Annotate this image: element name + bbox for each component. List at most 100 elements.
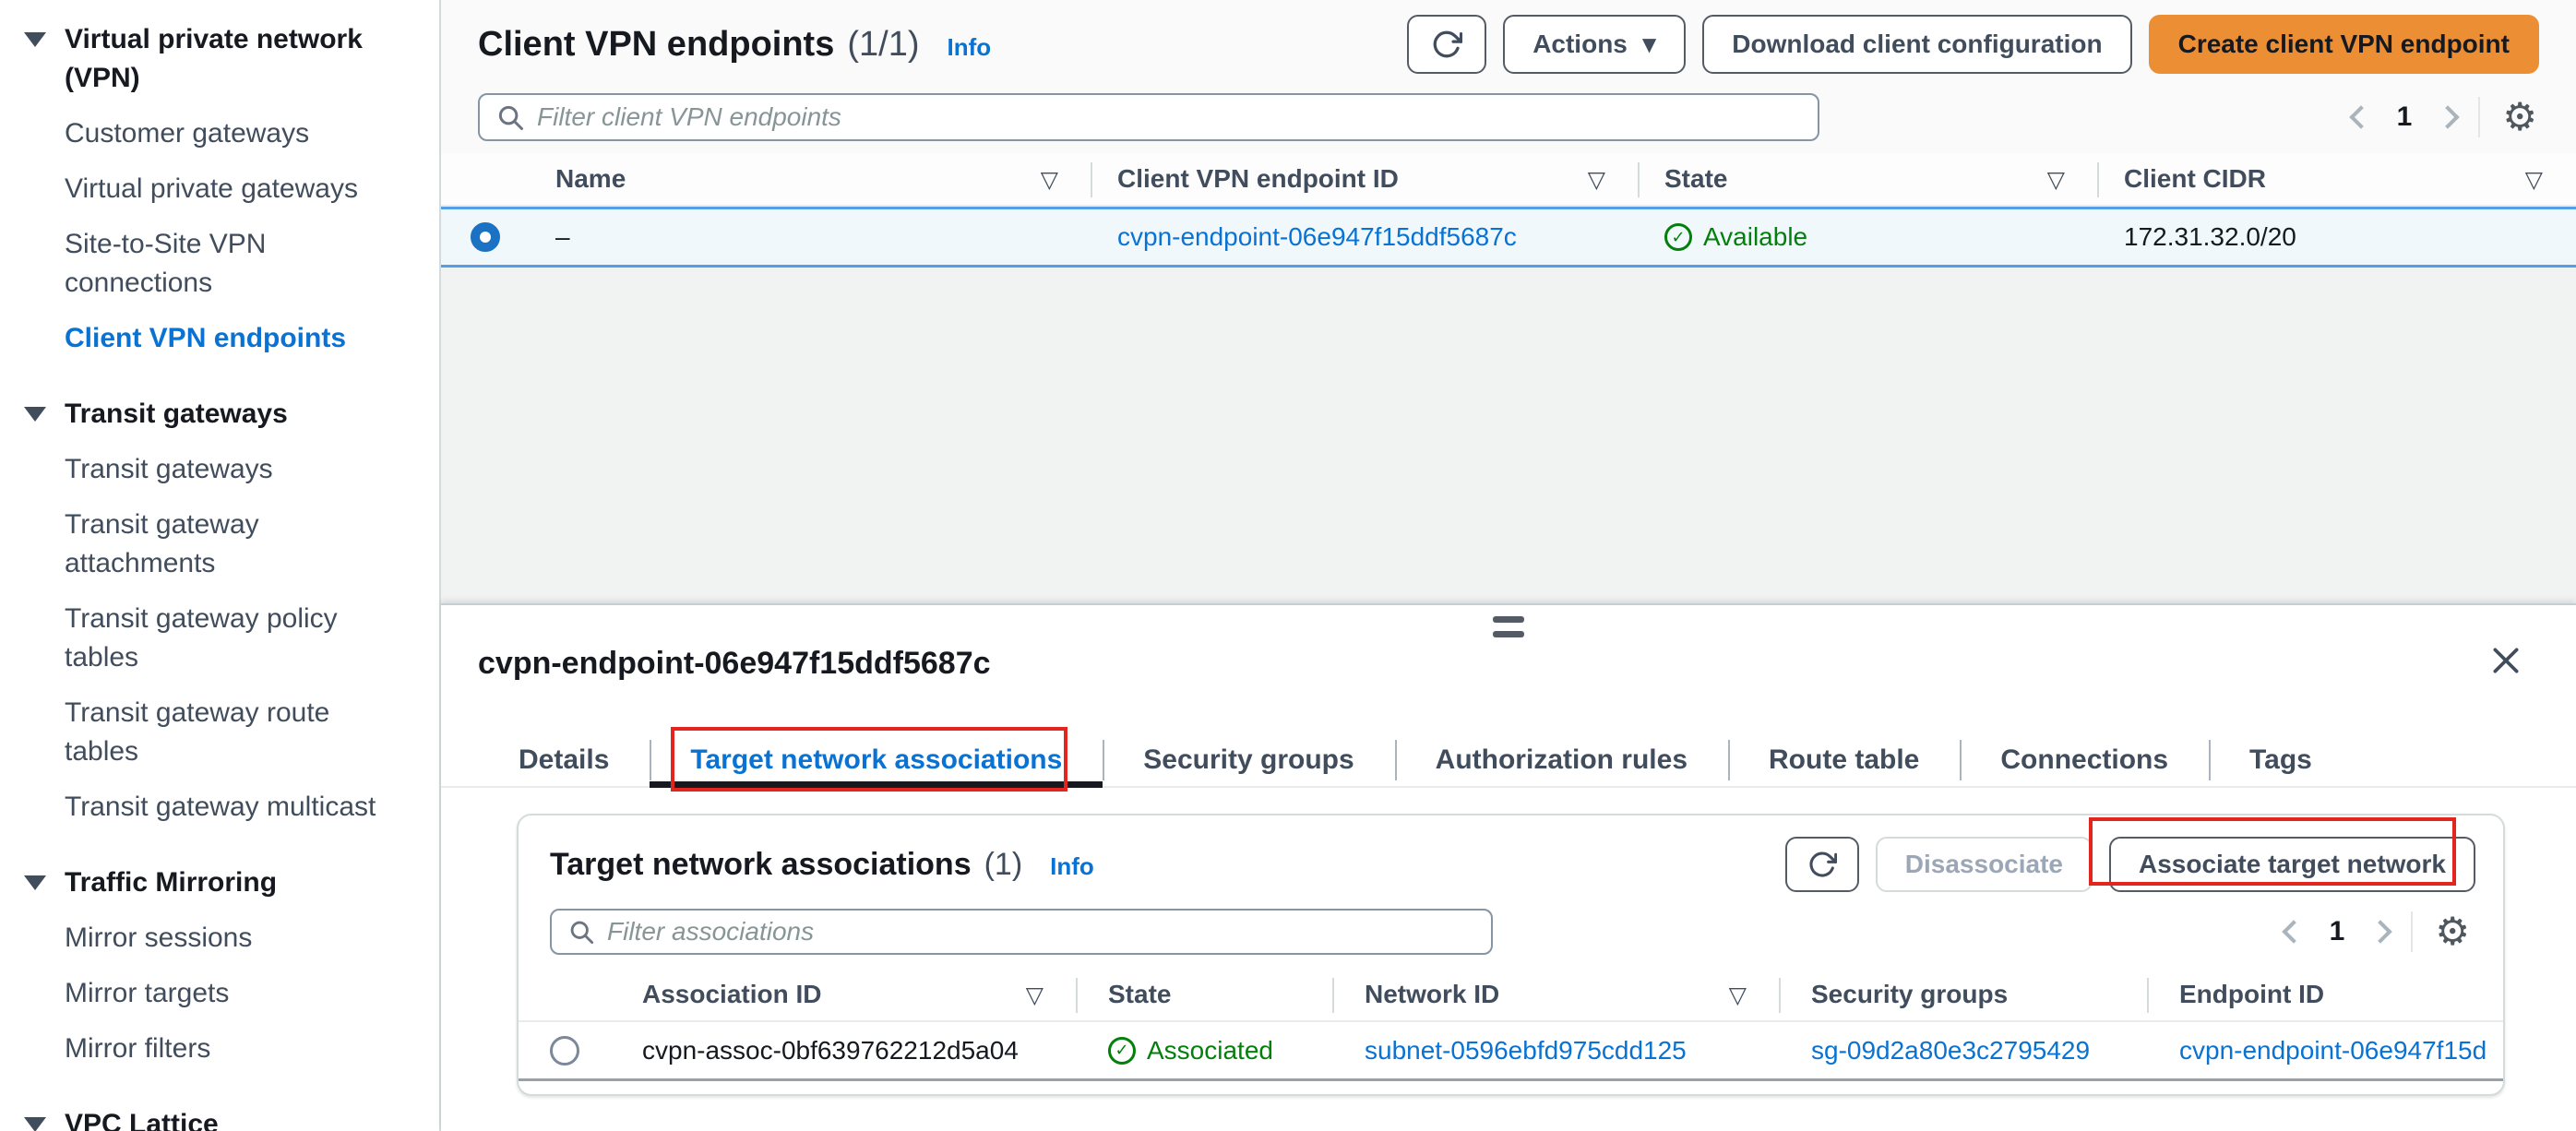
sidebar-item-client-vpn-endpoints[interactable]: Client VPN endpoints xyxy=(65,319,408,358)
sidebar-section-label: Transit gateways xyxy=(65,399,288,429)
column-header-name[interactable]: Name ▽ xyxy=(530,153,1091,205)
download-client-configuration-button[interactable]: Download client configuration xyxy=(1702,15,2132,74)
filter-row: 1 ⚙ xyxy=(441,89,2576,153)
sidebar-item-customer-gateways[interactable]: Customer gateways xyxy=(65,114,408,153)
cell-association-id: cvpn-assoc-0bf639762212d5a04 xyxy=(642,1035,1019,1065)
sort-icon: ▽ xyxy=(1040,165,1058,193)
actions-button-label: Actions xyxy=(1532,30,1628,58)
association-table-row[interactable]: cvpn-assoc-0bf639762212d5a04 ✓ Associate… xyxy=(519,1022,2503,1081)
sidebar-item-transit-gateway-policy-tables[interactable]: Transit gateway policy tables xyxy=(65,600,408,677)
column-label: Client CIDR xyxy=(2124,164,2266,193)
pagination: 1 ⚙ xyxy=(2348,97,2537,137)
previous-page-icon[interactable] xyxy=(2281,920,2306,944)
refresh-icon xyxy=(1433,30,1463,58)
column-header-security-groups[interactable]: Security groups xyxy=(1779,969,2148,1020)
column-label: Endpoint ID xyxy=(2179,980,2325,1008)
column-header-endpoint-id[interactable]: Endpoint ID xyxy=(2147,969,2503,1020)
column-label: State xyxy=(1664,164,1728,193)
check-circle-icon: ✓ xyxy=(1664,223,1692,251)
endpoint-id-link[interactable]: cvpn-endpoint-06e947f15d xyxy=(2179,1036,2487,1065)
associations-table-header: Association ID ▽ State Network ID ▽ Secu… xyxy=(519,969,2503,1022)
drag-bar xyxy=(1493,631,1524,637)
sidebar-item-virtual-private-gateways[interactable]: Virtual private gateways xyxy=(65,170,408,208)
panel-title: cvpn-endpoint-06e947f15ddf5687c xyxy=(478,646,991,681)
column-header-state[interactable]: State xyxy=(1076,969,1333,1020)
network-id-link[interactable]: subnet-0596ebfd975cdd125 xyxy=(1365,1036,1687,1065)
sidebar-item-transit-gateway-attachments[interactable]: Transit gateway attachments xyxy=(65,506,408,583)
next-page-icon[interactable] xyxy=(2368,920,2393,944)
sort-icon: ▽ xyxy=(2046,165,2065,193)
empty-area xyxy=(441,268,2576,603)
info-link[interactable]: Info xyxy=(948,33,992,62)
tab-tags[interactable]: Tags xyxy=(2209,734,2353,786)
status-badge: ✓ Available xyxy=(1664,222,2098,252)
cell-client-cidr: 172.31.32.0/20 xyxy=(2124,222,2296,251)
sidebar-item-mirror-filters[interactable]: Mirror filters xyxy=(65,1030,408,1068)
associate-target-network-button[interactable]: Associate target network xyxy=(2109,837,2475,892)
endpoint-filter-input[interactable] xyxy=(537,102,1801,132)
column-header-client-cidr[interactable]: Client CIDR ▽ xyxy=(2097,153,2576,205)
association-pagination: 1 ⚙ xyxy=(2281,911,2470,952)
cell-name: – xyxy=(555,222,570,251)
search-icon xyxy=(498,105,523,130)
info-link[interactable]: Info xyxy=(1050,852,1094,881)
endpoint-id-link[interactable]: cvpn-endpoint-06e947f15ddf5687c xyxy=(1117,222,1517,251)
page-number[interactable]: 1 xyxy=(2330,916,2345,947)
sort-icon: ▽ xyxy=(1025,981,1044,1008)
sidebar-section-vpc-lattice-heading[interactable]: VPC Lattice xyxy=(24,1105,439,1131)
detail-split-panel: cvpn-endpoint-06e947f15ddf5687c Details … xyxy=(441,603,2576,1131)
page-number[interactable]: 1 xyxy=(2397,101,2413,133)
settings-gear-icon[interactable]: ⚙ xyxy=(2435,912,2470,951)
list-header: Client VPN endpoints (1/1) Info Actions … xyxy=(441,0,2576,89)
panel-drag-handle[interactable] xyxy=(1493,616,1524,646)
sidebar-item-mirror-targets[interactable]: Mirror targets xyxy=(65,974,408,1013)
status-label: Available xyxy=(1703,222,1808,251)
collapse-triangle-icon xyxy=(24,875,46,890)
association-filter-input[interactable] xyxy=(607,917,1474,946)
association-filter-box xyxy=(550,909,1493,955)
create-client-vpn-endpoint-button[interactable]: Create client VPN endpoint xyxy=(2148,15,2539,74)
column-header-endpoint-id[interactable]: Client VPN endpoint ID ▽ xyxy=(1091,153,1639,205)
sidebar-section-transit-heading[interactable]: Transit gateways xyxy=(24,395,439,434)
column-header-association-id[interactable]: Association ID ▽ xyxy=(611,969,1077,1020)
column-header-network-id[interactable]: Network ID ▽ xyxy=(1332,969,1780,1020)
row-radio-selected[interactable] xyxy=(471,222,500,252)
row-radio[interactable] xyxy=(550,1035,579,1066)
tab-security-groups[interactable]: Security groups xyxy=(1103,734,1394,786)
sort-icon: ▽ xyxy=(2524,165,2543,193)
sidebar-item-mirror-sessions[interactable]: Mirror sessions xyxy=(65,919,408,958)
tab-authorization-rules[interactable]: Authorization rules xyxy=(1394,734,1728,786)
sidebar-item-transit-gateways[interactable]: Transit gateways xyxy=(65,450,408,489)
card-title: Target network associations xyxy=(550,846,972,882)
endpoint-table-row[interactable]: – cvpn-endpoint-06e947f15ddf5687c ✓ Avai… xyxy=(441,207,2576,268)
tab-connections[interactable]: Connections xyxy=(1960,734,2209,786)
sidebar-section-vpc-lattice: VPC Lattice xyxy=(24,1105,439,1131)
refresh-associations-button[interactable] xyxy=(1784,837,1859,892)
collapse-triangle-icon xyxy=(24,32,46,47)
column-label: Name xyxy=(555,164,626,193)
sidebar-item-transit-gateway-multicast[interactable]: Transit gateway multicast xyxy=(65,788,408,827)
column-label: Network ID xyxy=(1365,980,1500,1008)
search-icon xyxy=(570,921,594,945)
sidebar-section-traffic-heading[interactable]: Traffic Mirroring xyxy=(24,863,439,902)
sidebar-section-vpn-heading[interactable]: Virtual private network (VPN) xyxy=(24,20,439,98)
security-group-link[interactable]: sg-09d2a80e3c2795429 xyxy=(1811,1036,2090,1065)
close-panel-button[interactable] xyxy=(2487,642,2524,679)
column-header-state[interactable]: State ▽ xyxy=(1638,153,2098,205)
next-page-icon[interactable] xyxy=(2436,105,2461,129)
sort-icon: ▽ xyxy=(1587,165,1605,193)
disassociate-button[interactable]: Disassociate xyxy=(1875,837,2093,892)
refresh-button[interactable] xyxy=(1407,15,1487,74)
sidebar-item-transit-gateway-route-tables[interactable]: Transit gateway route tables xyxy=(65,694,408,771)
previous-page-icon[interactable] xyxy=(2348,105,2373,129)
actions-button[interactable]: Actions ▼ xyxy=(1503,15,1687,74)
column-label: Client VPN endpoint ID xyxy=(1117,164,1399,193)
create-button-label: Create client VPN endpoint xyxy=(2177,30,2510,58)
sort-icon: ▽ xyxy=(1728,981,1747,1008)
tab-route-table[interactable]: Route table xyxy=(1728,734,1960,786)
settings-gear-icon[interactable]: ⚙ xyxy=(2502,98,2537,137)
tab-target-network-associations[interactable]: Target network associations xyxy=(650,734,1103,788)
collapse-triangle-icon xyxy=(24,1117,46,1131)
tab-details[interactable]: Details xyxy=(478,734,650,786)
sidebar-item-site-to-site-vpn[interactable]: Site-to-Site VPN connections xyxy=(65,225,408,303)
